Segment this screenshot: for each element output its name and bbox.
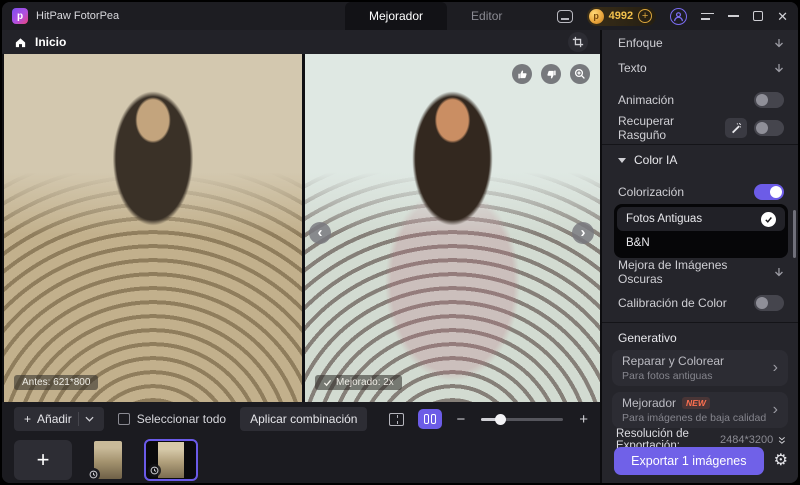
crop-button[interactable] xyxy=(568,32,588,52)
add-credits-icon[interactable]: + xyxy=(638,9,653,23)
thumbnail-strip: + xyxy=(2,436,600,483)
after-image[interactable]: ‹ › Mejorado: 2x xyxy=(305,54,600,402)
breadcrumb-home[interactable]: Inicio xyxy=(35,35,66,49)
sidebar-item-enfoque[interactable]: Enfoque xyxy=(618,26,784,60)
history-icon xyxy=(87,467,100,481)
settings-gear-icon[interactable]: ⚙ xyxy=(774,453,788,469)
animacion-toggle[interactable] xyxy=(754,92,784,108)
compare-view: Antes: 621*800 ‹ › Mejorado: 2x xyxy=(2,54,600,402)
magnifier-plus-icon xyxy=(574,68,585,79)
option-bn[interactable]: B&N xyxy=(617,231,785,255)
zoom-slider[interactable] xyxy=(481,413,564,425)
thumbnail-2-image xyxy=(158,441,184,478)
zoom-slider-knob[interactable] xyxy=(495,413,507,425)
apply-combination-button[interactable]: Aplicar combinación xyxy=(240,407,368,431)
tab-editor[interactable]: Editor xyxy=(447,2,526,30)
add-image-tile[interactable]: + xyxy=(14,439,72,480)
prev-image-button[interactable]: ‹ xyxy=(309,222,331,244)
sidebar-item-mejora-oscuras[interactable]: Mejora de Imágenes Oscuras xyxy=(618,258,784,286)
option-fotos-antiguas[interactable]: Fotos Antiguas xyxy=(617,207,785,231)
before-resolution-label: Antes: 621*800 xyxy=(14,375,99,390)
thumbs-down-button[interactable] xyxy=(541,64,561,84)
expand-down-icon[interactable] xyxy=(774,63,784,74)
menu-icon[interactable] xyxy=(701,12,715,20)
card-mejorador[interactable]: Mejorador NEW Para imágenes de baja cali… xyxy=(612,392,788,428)
chevron-right-icon: › xyxy=(772,359,778,376)
chevron-down-icon xyxy=(85,416,94,422)
magnify-button[interactable] xyxy=(570,64,590,84)
breadcrumb: Inicio xyxy=(2,30,600,54)
select-all-checkbox[interactable] xyxy=(117,413,130,425)
select-all-label: Seleccionar todo xyxy=(136,412,227,426)
select-all-control[interactable]: Seleccionar todo xyxy=(117,412,227,426)
titlebar-controls: p 4992 + ✕ xyxy=(556,6,788,26)
account-avatar[interactable] xyxy=(670,7,688,25)
feedback-icon[interactable] xyxy=(556,9,573,23)
divider xyxy=(602,144,798,145)
view-controls: − + xyxy=(389,409,588,429)
side-by-side-view-button[interactable] xyxy=(418,409,443,429)
export-area: Exportar 1 imágenes ⚙ xyxy=(614,447,788,475)
thumbs-up-icon xyxy=(517,69,527,78)
scratch-brush-button[interactable] xyxy=(725,118,747,138)
minimize-button[interactable] xyxy=(728,15,740,17)
sidebar-item-recuperar-rasguno: Recuperar Rasguño xyxy=(618,114,784,142)
result-actions xyxy=(512,64,590,84)
card-reparar-colorear[interactable]: Reparar y Colorear Para fotos antiguas › xyxy=(612,350,788,386)
before-image[interactable]: Antes: 621*800 xyxy=(4,54,302,402)
thumbnail-2-selected[interactable] xyxy=(144,438,198,481)
tab-mejorador[interactable]: Mejorador xyxy=(345,2,448,30)
crop-icon xyxy=(572,36,584,48)
thumbnail-1[interactable] xyxy=(87,440,122,481)
thumbs-down-icon xyxy=(546,70,556,79)
app-logo-icon: p xyxy=(12,8,28,24)
maximize-button[interactable] xyxy=(753,11,764,21)
credits-pill[interactable]: p 4992 + xyxy=(586,6,657,26)
divider xyxy=(77,412,79,426)
new-badge: NEW xyxy=(682,397,710,409)
history-icon xyxy=(148,463,161,477)
next-image-button[interactable]: › xyxy=(572,222,594,244)
expand-down-icon[interactable] xyxy=(774,267,784,278)
expand-down-icon[interactable] xyxy=(774,38,784,49)
main-tabs: Mejorador Editor xyxy=(345,2,526,30)
sidebar-scrollbar[interactable] xyxy=(793,210,796,258)
check-icon xyxy=(323,379,332,387)
coin-icon: p xyxy=(588,8,604,24)
collapse-triangle-icon xyxy=(618,157,626,163)
export-button[interactable]: Exportar 1 imágenes xyxy=(614,447,764,475)
split-view-button[interactable] xyxy=(389,412,405,426)
section-generativo: Generativo xyxy=(618,331,677,345)
thumbs-up-button[interactable] xyxy=(512,64,532,84)
settings-sidebar: Enfoque Texto Animación Recuperar Rasguñ… xyxy=(600,30,798,483)
zoom-in-button[interactable]: + xyxy=(579,412,588,427)
recuperar-rasguno-toggle[interactable] xyxy=(754,120,784,136)
repair-pen-icon xyxy=(732,122,742,134)
zoom-out-button[interactable]: − xyxy=(456,412,465,427)
section-color-ia[interactable]: Color IA xyxy=(618,148,784,172)
credits-count: 4992 xyxy=(608,10,634,22)
sidebar-item-colorizacion: Colorización xyxy=(618,180,784,204)
chevron-right-icon: › xyxy=(772,401,778,418)
colorizacion-toggle[interactable] xyxy=(754,184,784,200)
divider xyxy=(602,322,798,323)
sidebar-item-animacion: Animación xyxy=(618,88,784,112)
colorization-dropdown: Fotos Antiguas B&N xyxy=(614,204,788,258)
double-chevron-down-icon[interactable] xyxy=(778,435,786,446)
workspace: Inicio Antes: 621*800 ‹ › Mejorado: 2x +… xyxy=(2,30,600,483)
close-button[interactable]: ✕ xyxy=(777,10,788,23)
plus-icon: + xyxy=(24,412,32,426)
app-name: HitPaw FotorPea xyxy=(36,10,120,22)
add-button[interactable]: + Añadir xyxy=(14,407,104,431)
after-resolution-label: Mejorado: 2x xyxy=(315,375,402,390)
bottom-toolbar: + Añadir Seleccionar todo Aplicar combin… xyxy=(2,402,600,436)
selected-check-icon xyxy=(761,211,776,227)
home-icon[interactable] xyxy=(14,36,27,49)
sidebar-item-calibracion: Calibración de Color xyxy=(618,291,784,315)
sidebar-item-texto[interactable]: Texto xyxy=(618,56,784,80)
person-icon xyxy=(674,11,684,21)
app-window: p HitPaw FotorPea Mejorador Editor p 499… xyxy=(0,0,800,485)
calibracion-toggle[interactable] xyxy=(754,295,784,311)
